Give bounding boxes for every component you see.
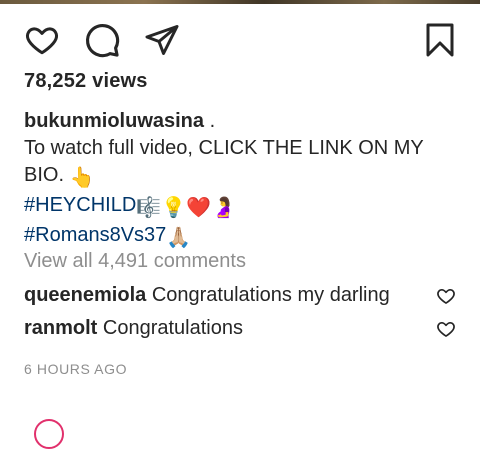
caption-username[interactable]: bukunmioluwasina (24, 110, 204, 132)
hashtag2-emojis: 🙏🏼 (166, 227, 192, 249)
comment-item: queenemiola Congratulations my darling (24, 282, 464, 309)
comment-text: Congratulations (102, 317, 243, 339)
comment-bubble-icon (85, 23, 120, 58)
comment-item: ranmolt Congratulations (24, 315, 464, 342)
like-button[interactable] (22, 18, 62, 62)
hashtag-heychild[interactable]: #HEYCHILD (24, 194, 136, 216)
comment-like-heart-icon[interactable] (436, 319, 456, 339)
comment-button[interactable] (82, 18, 122, 62)
comment-text: Congratulations my darling (151, 284, 390, 306)
hashtag-row-1: #HEYCHILD🎼💡❤️🤰 (24, 192, 464, 222)
post-media-edge[interactable] (0, 0, 480, 4)
paper-plane-icon (145, 25, 179, 55)
save-button[interactable] (420, 18, 460, 62)
hashtag-row-2: #Romans8Vs37🙏🏼 (24, 222, 464, 252)
hashtag1-emojis: 🎼💡❤️🤰 (136, 197, 236, 219)
comment-like-heart-icon[interactable] (436, 286, 456, 306)
pointing-up-emoji: 👆 (69, 167, 95, 189)
view-all-comments-link[interactable]: View all 4,491 comments (24, 250, 246, 273)
view-count[interactable]: 78,252 views (24, 70, 148, 93)
share-button[interactable] (142, 18, 182, 62)
action-bar (0, 18, 480, 62)
comment-username[interactable]: ranmolt (24, 317, 97, 339)
next-post-avatar[interactable] (34, 419, 64, 449)
caption-suffix: . (204, 110, 216, 132)
hashtag-romans[interactable]: #Romans8Vs37 (24, 224, 166, 246)
bookmark-icon (426, 23, 454, 57)
caption: bukunmioluwasina . To watch full video, … (24, 108, 464, 252)
post-timestamp: 6 HOURS AGO (24, 361, 128, 377)
heart-outline-icon (26, 27, 58, 55)
comment-username[interactable]: queenemiola (24, 284, 146, 306)
